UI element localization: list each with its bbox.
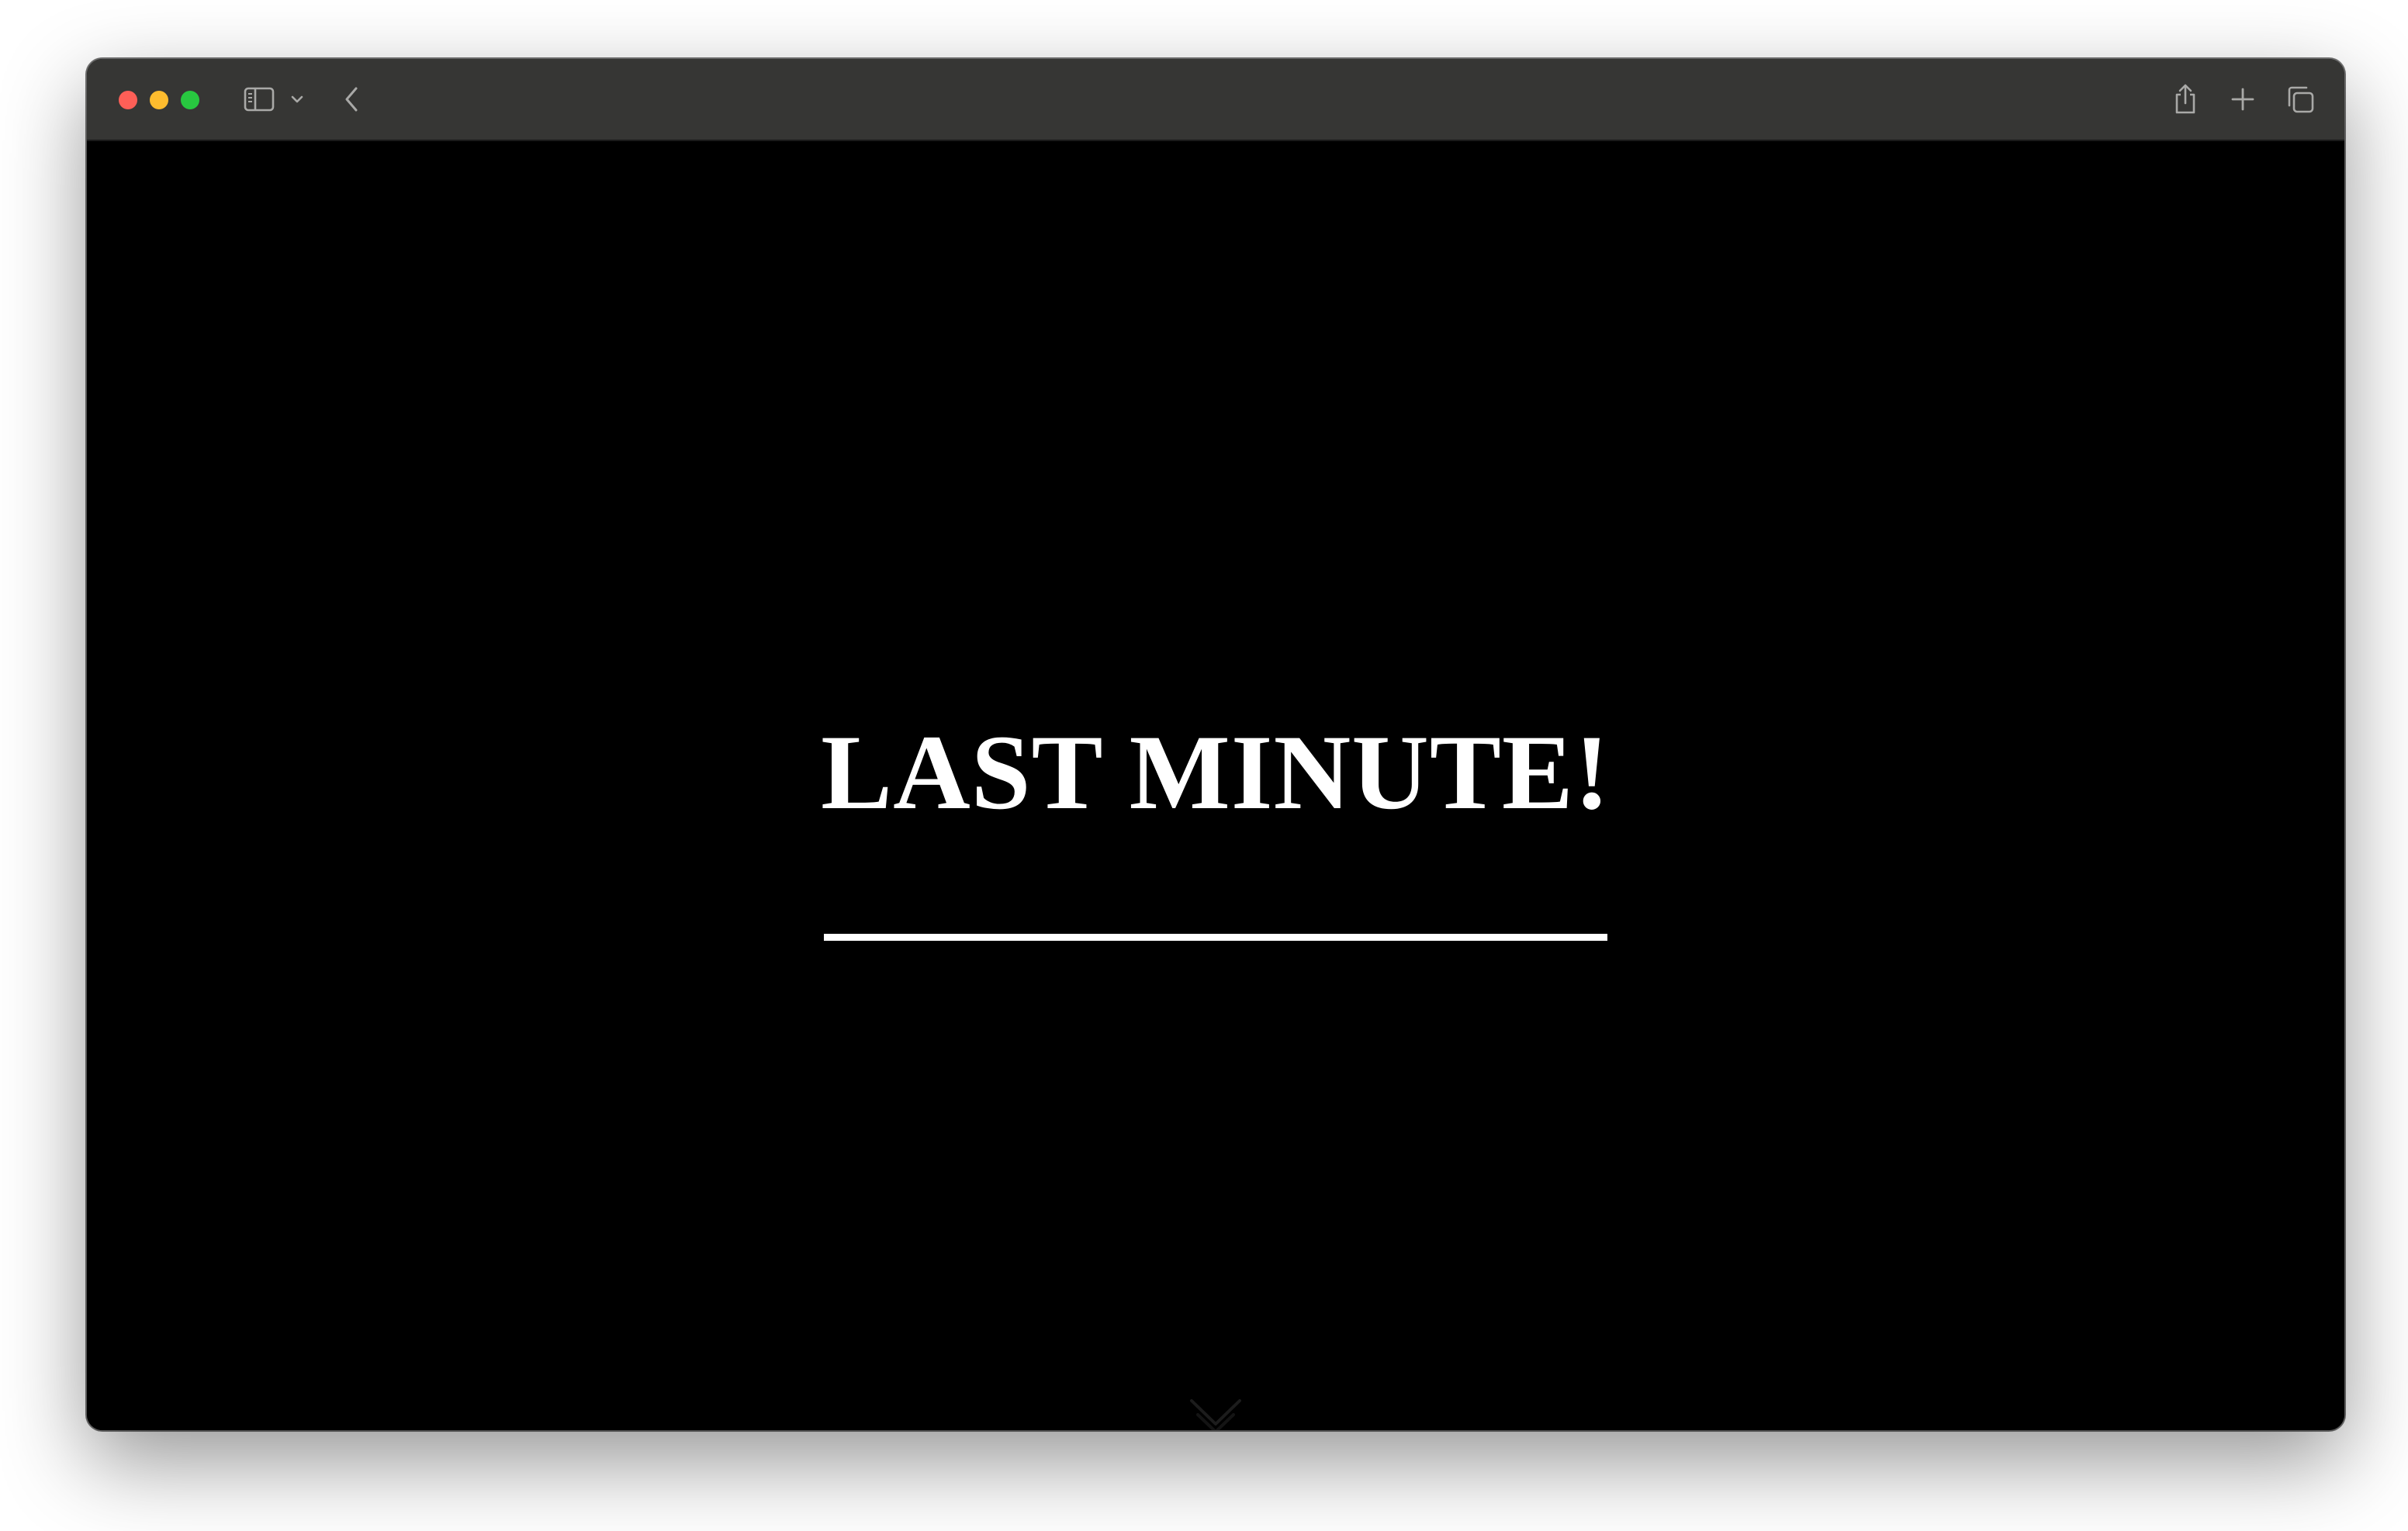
new-tab-plus-icon[interactable] [2225,79,2261,119]
hero-title: LAST MINUTE! [821,713,1611,831]
share-icon[interactable] [2168,79,2203,119]
back-chevron-left-icon[interactable] [337,79,368,119]
browser-window: LAST MINUTE! [87,59,2344,1430]
page-content: LAST MINUTE! [87,141,2344,1430]
hero-divider [824,934,1607,941]
sidebar-menu-chevron-down-icon[interactable] [285,79,309,119]
sidebar-toggle-icon[interactable] [239,79,279,119]
browser-toolbar [87,59,2344,141]
tabs-overview-icon[interactable] [2282,79,2318,119]
zoom-window-button[interactable] [181,91,199,109]
close-window-button[interactable] [119,91,137,109]
minimize-window-button[interactable] [150,91,168,109]
scroll-down-chevron-down-icon[interactable] [1188,1393,1243,1430]
